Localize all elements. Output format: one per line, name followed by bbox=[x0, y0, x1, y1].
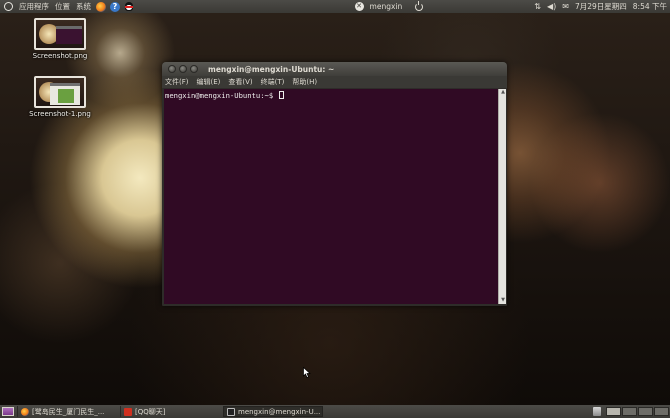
mail-icon[interactable]: ✉ bbox=[562, 0, 569, 13]
terminal-scrollbar[interactable]: ▲ ▼ bbox=[498, 89, 506, 304]
menu-view[interactable]: 查看(V) bbox=[224, 77, 256, 87]
qq-chat-icon bbox=[124, 407, 132, 416]
menu-places[interactable]: 位置 bbox=[52, 0, 73, 13]
firefox-icon bbox=[21, 407, 29, 416]
scroll-up-icon[interactable]: ▲ bbox=[499, 89, 507, 96]
desktop-icon-screenshot[interactable]: Screenshot.png bbox=[25, 18, 95, 60]
image-thumbnail-icon bbox=[34, 76, 86, 108]
close-button[interactable] bbox=[168, 65, 176, 73]
workspace-1[interactable] bbox=[606, 407, 621, 416]
bottom-panel: [鹭岛民生_厦门民生_... [QQ聊天] mengxin@mengxin-U.… bbox=[0, 405, 670, 418]
desktop-icon-label: Screenshot-1.png bbox=[29, 110, 91, 118]
mouse-pointer-icon bbox=[303, 367, 311, 378]
menu-applications[interactable]: 应用程序 bbox=[16, 0, 52, 13]
workspace-4[interactable] bbox=[654, 407, 669, 416]
terminal-prompt: mengxin@mengxin-Ubuntu:~$ bbox=[165, 91, 274, 100]
terminal-titlebar[interactable]: mengxin@mengxin-Ubuntu: ~ bbox=[162, 62, 507, 76]
desktop-icon-label: Screenshot.png bbox=[32, 52, 88, 60]
firefox-launcher-icon[interactable] bbox=[96, 1, 106, 12]
taskbar-item-label: mengxin@mengxin-U... bbox=[238, 407, 321, 416]
text-cursor bbox=[278, 91, 284, 99]
image-thumbnail-icon bbox=[34, 18, 86, 50]
maximize-button[interactable] bbox=[190, 65, 198, 73]
menu-terminal[interactable]: 终端(T) bbox=[257, 77, 289, 87]
taskbar-item-browser[interactable]: [鹭岛民生_厦门民生_... bbox=[17, 406, 117, 417]
menu-edit[interactable]: 编辑(E) bbox=[193, 77, 225, 87]
user-icon[interactable]: ✕ bbox=[354, 2, 364, 11]
terminal-window[interactable]: mengxin@mengxin-Ubuntu: ~ 文件(F) 编辑(E) 查看… bbox=[162, 62, 507, 306]
menu-system[interactable]: 系统 bbox=[73, 0, 94, 13]
scroll-down-icon[interactable]: ▼ bbox=[499, 297, 507, 304]
workspace-3[interactable] bbox=[638, 407, 653, 416]
user-name[interactable]: mengxin bbox=[367, 0, 406, 13]
menu-file[interactable]: 文件(F) bbox=[162, 77, 193, 87]
clock[interactable]: 8:54 下午 bbox=[630, 0, 670, 13]
menu-help[interactable]: 帮助(H) bbox=[288, 77, 321, 87]
terminal-icon bbox=[227, 407, 235, 416]
minimize-button[interactable] bbox=[179, 65, 187, 73]
volume-icon[interactable]: ◀) bbox=[547, 0, 556, 13]
taskbar-item-qq[interactable]: [QQ聊天] bbox=[120, 406, 220, 417]
workspace-2[interactable] bbox=[622, 407, 637, 416]
network-icon[interactable]: ⇅ bbox=[534, 0, 541, 13]
terminal-menubar: 文件(F) 编辑(E) 查看(V) 终端(T) 帮助(H) bbox=[162, 76, 507, 88]
taskbar-item-label: [鹭岛民生_厦门民生_... bbox=[32, 407, 105, 416]
date-display[interactable]: 7月29日星期四 bbox=[572, 0, 630, 13]
top-panel-right: ✕ mengxin ⇅ ◀) ✉ 7月29日星期四 8:54 下午 bbox=[352, 0, 670, 13]
taskbar-item-label: [QQ聊天] bbox=[135, 407, 166, 416]
desktop-icon-screenshot-1[interactable]: Screenshot-1.png bbox=[25, 76, 95, 118]
taskbar-item-terminal[interactable]: mengxin@mengxin-U... bbox=[223, 406, 323, 417]
help-icon[interactable]: ? bbox=[110, 1, 120, 12]
trash-icon[interactable] bbox=[593, 407, 601, 416]
power-icon[interactable] bbox=[415, 0, 424, 11]
top-panel: 应用程序 位置 系统 ? ✕ mengxin ⇅ ◀) ✉ 7月29日星期四 8… bbox=[0, 0, 670, 13]
show-desktop-icon[interactable] bbox=[2, 407, 14, 416]
terminal-title: mengxin@mengxin-Ubuntu: ~ bbox=[208, 64, 335, 74]
terminal-output[interactable]: mengxin@mengxin-Ubuntu:~$ bbox=[164, 89, 498, 304]
qq-launcher-icon[interactable] bbox=[124, 1, 134, 12]
ubuntu-logo-icon[interactable] bbox=[4, 2, 13, 11]
